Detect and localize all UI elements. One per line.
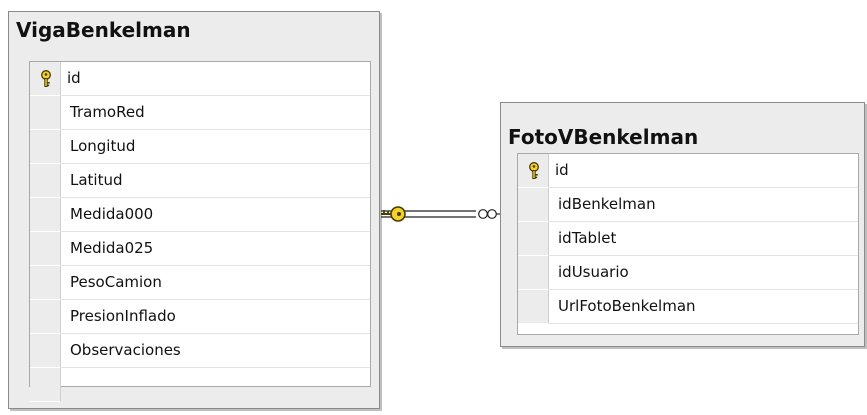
diagram-canvas: VigaBenkelman id TramoRed Longitud Latit… xyxy=(0,0,867,415)
relationship-connector[interactable] xyxy=(0,0,867,415)
infinity-icon xyxy=(478,209,500,219)
key-icon xyxy=(381,206,406,222)
